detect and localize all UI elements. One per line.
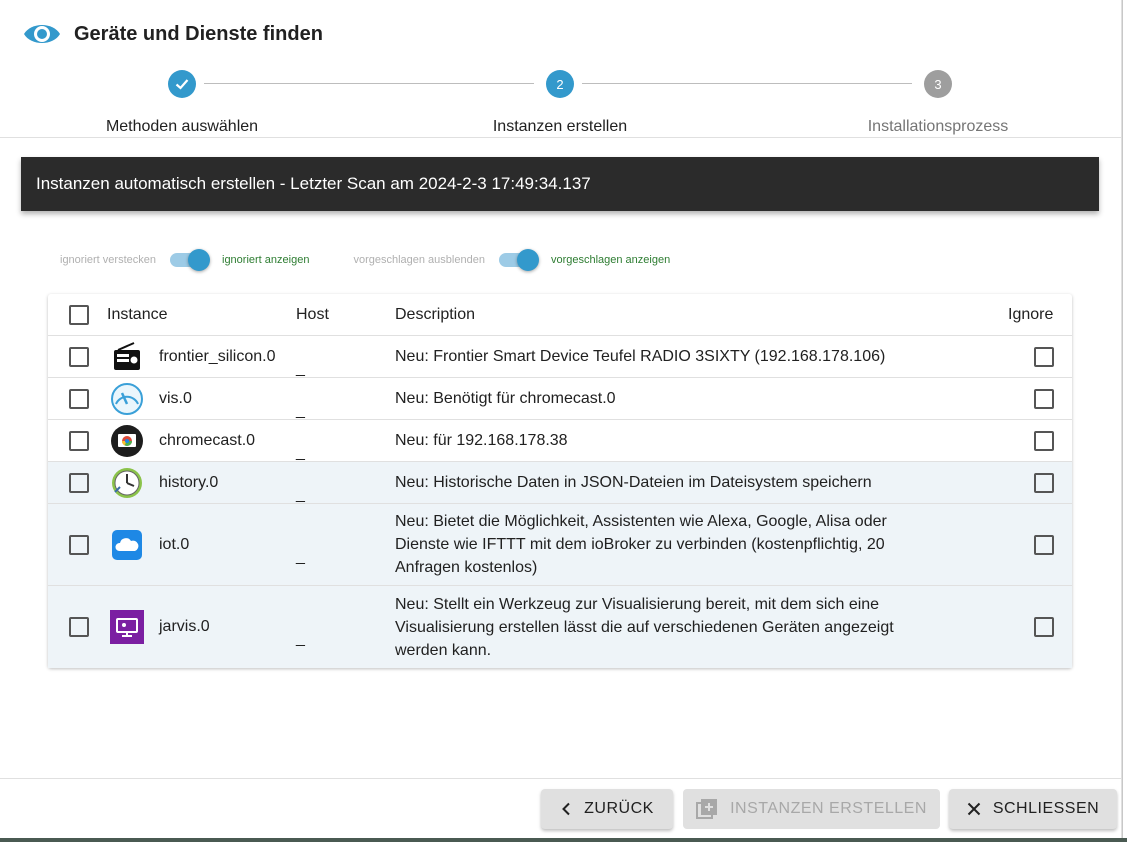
step-number: 2 <box>546 70 574 98</box>
ignore-checkbox[interactable] <box>1034 430 1054 451</box>
step-methods: Methoden auswählen <box>32 68 332 136</box>
row-select-checkbox[interactable] <box>69 430 89 451</box>
ignored-switch[interactable] <box>168 248 210 272</box>
close-button[interactable]: SCHLIESSEN <box>949 789 1117 829</box>
instance-name: iot.0 <box>159 535 190 553</box>
step-label: Methoden auswählen <box>105 118 259 135</box>
check-icon <box>168 70 196 98</box>
create-instances-button[interactable]: INSTANZEN ERSTELLEN <box>683 789 940 829</box>
chromecast-icon <box>110 424 144 458</box>
discovery-dialog: Geräte und Dienste finden Methoden auswä… <box>0 0 1122 838</box>
ignore-checkbox[interactable] <box>1034 388 1054 409</box>
clock-icon <box>110 466 144 500</box>
window-edge <box>1122 0 1127 842</box>
host-value: _ <box>296 360 305 377</box>
suggested-switch[interactable] <box>497 248 539 272</box>
row-select-checkbox[interactable] <box>69 472 89 493</box>
column-description: Description <box>395 306 476 323</box>
create-instances-label: INSTANZEN ERSTELLEN <box>730 800 927 817</box>
footer-divider <box>0 778 1122 779</box>
row-select-checkbox[interactable] <box>69 617 89 637</box>
back-button-label: ZURÜCK <box>584 800 654 817</box>
toggle-on-label: vorgeschlagen anzeigen <box>550 254 671 266</box>
dialog-title: Geräte und Dienste finden <box>74 22 323 45</box>
table-row: history.0 _ Neu: Historische Daten in JS… <box>48 462 1072 504</box>
description-text: Neu: Historische Daten in JSON-Dateien i… <box>395 474 872 491</box>
gauge-icon <box>110 382 144 416</box>
description-text: Neu: Stellt ein Werkzeug zur Visualisier… <box>395 595 894 659</box>
column-instance: Instance <box>107 305 168 323</box>
description-text: Neu: Frontier Smart Device Teufel RADIO … <box>395 348 886 365</box>
step-label: Instanzen erstellen <box>492 118 628 135</box>
table-row: iot.0 _ Neu: Bietet die Möglichkeit, Ass… <box>48 504 1072 586</box>
ignore-checkbox[interactable] <box>1034 472 1054 493</box>
cloud-icon <box>110 528 144 562</box>
filter-toggles: ignoriert verstecken ignoriert anzeigen … <box>60 248 714 272</box>
close-icon <box>967 802 981 816</box>
column-ignore: Ignore <box>1008 305 1054 323</box>
instance-name: frontier_silicon.0 <box>159 347 276 365</box>
window-bottom-edge <box>0 838 1127 842</box>
banner-text: Instanzen automatisch erstellen - Letzte… <box>36 174 591 193</box>
instance-name: vis.0 <box>159 389 192 407</box>
back-button[interactable]: ZURÜCK <box>541 789 673 829</box>
row-select-checkbox[interactable] <box>69 346 89 367</box>
table-header: Instance Host Description Ignore <box>48 294 1072 336</box>
toggle-off-label: ignoriert verstecken <box>60 254 156 266</box>
ignore-checkbox[interactable] <box>1034 617 1054 637</box>
row-select-checkbox[interactable] <box>69 534 89 555</box>
instance-name: chromecast.0 <box>159 431 256 449</box>
description-text: Neu: Bietet die Möglichkeit, Assistenten… <box>395 513 887 576</box>
table-row: frontier_silicon.0 _ Neu: Frontier Smart… <box>48 336 1072 378</box>
table-row: jarvis.0 _ Neu: Stellt ein Werkzeug zur … <box>48 586 1072 668</box>
ignore-checkbox[interactable] <box>1034 534 1054 555</box>
host-value: _ <box>296 630 305 647</box>
host-value: _ <box>296 486 305 503</box>
host-value: _ <box>296 402 305 419</box>
step-label: Installationsprozess <box>867 118 1009 135</box>
host-value: _ <box>296 548 305 565</box>
table-row: chromecast.0 _ Neu: für 192.168.178.38 <box>48 420 1072 462</box>
description-text: Neu: für 192.168.178.38 <box>395 432 568 449</box>
scan-banner: Instanzen automatisch erstellen - Letzte… <box>21 157 1099 211</box>
instances-table: Instance Host Description Ignore frontie… <box>48 294 1072 668</box>
step-number: 3 <box>924 70 952 98</box>
stepper: Methoden auswählen 2 Instanzen erstellen… <box>0 68 1122 138</box>
radio-icon <box>110 340 144 374</box>
instance-name: jarvis.0 <box>159 618 210 635</box>
toggle-off-label: vorgeschlagen ausblenden <box>353 254 485 266</box>
description-text: Neu: Benötigt für chromecast.0 <box>395 390 616 407</box>
select-all-checkbox[interactable] <box>69 304 89 325</box>
ignore-checkbox[interactable] <box>1034 346 1054 367</box>
ignored-toggle-group: ignoriert verstecken ignoriert anzeigen <box>60 248 309 272</box>
close-button-label: SCHLIESSEN <box>992 800 1100 817</box>
step-installation: 3 Installationsprozess <box>788 68 1088 136</box>
dialog-header: Geräte und Dienste finden <box>22 18 323 50</box>
table-row: vis.0 _ Neu: Benötigt für chromecast.0 <box>48 378 1072 420</box>
host-value: _ <box>296 444 305 461</box>
toggle-on-label: ignoriert anzeigen <box>222 254 310 266</box>
suggested-toggle-group: vorgeschlagen ausblenden vorgeschlagen a… <box>353 248 670 272</box>
library-add-icon <box>696 798 718 820</box>
jarvis-icon <box>110 610 144 644</box>
column-host: Host <box>296 305 329 323</box>
step-instances: 2 Instanzen erstellen <box>410 68 710 136</box>
chevron-left-icon <box>560 802 572 816</box>
row-select-checkbox[interactable] <box>69 388 89 409</box>
instance-name: history.0 <box>159 473 219 491</box>
eye-icon <box>24 25 60 43</box>
